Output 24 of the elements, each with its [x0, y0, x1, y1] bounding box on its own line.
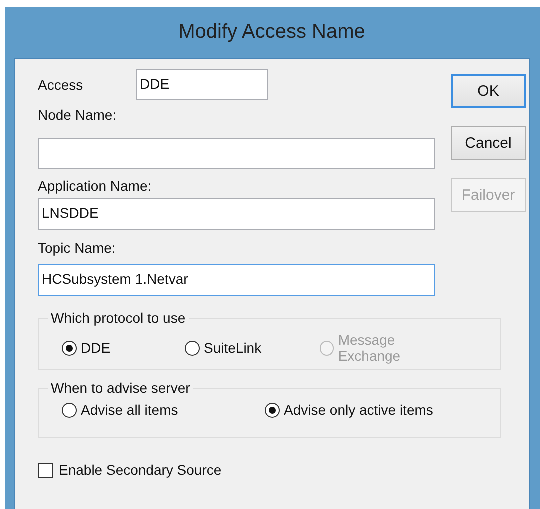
radio-label: DDE: [81, 340, 111, 356]
input-field[interactable]: HCSubsystem 1.Netvar: [38, 264, 435, 296]
radio-label: SuiteLink: [204, 340, 262, 356]
dialog-button[interactable]: Cancel: [451, 126, 526, 160]
checkbox[interactable]: [38, 462, 53, 478]
checkbox-label: Enable Secondary Source: [59, 462, 222, 478]
radio-button[interactable]: [62, 340, 77, 356]
input-field[interactable]: [38, 138, 435, 169]
field-label: Topic Name:: [38, 239, 117, 257]
radio-label: Advise only active items: [284, 402, 434, 418]
radio-label: Advise all items: [81, 402, 178, 418]
group-title: Which protocol to use: [50, 310, 187, 326]
radio-button[interactable]: [185, 340, 200, 356]
radio-label: Message Exchange: [338, 332, 402, 364]
field-label: Access: [38, 76, 84, 94]
radio-button[interactable]: [265, 402, 280, 418]
window-title: Modify Access Name: [178, 21, 366, 44]
field-label: Node Name:: [38, 106, 118, 124]
dialog-button[interactable]: OK: [451, 74, 526, 108]
group-title: When to advise server: [50, 380, 192, 396]
input-field[interactable]: DDE: [136, 69, 268, 100]
input-field[interactable]: LNSDDE: [38, 198, 435, 230]
field-label: Application Name:: [38, 177, 153, 195]
radio-button[interactable]: [62, 402, 77, 418]
